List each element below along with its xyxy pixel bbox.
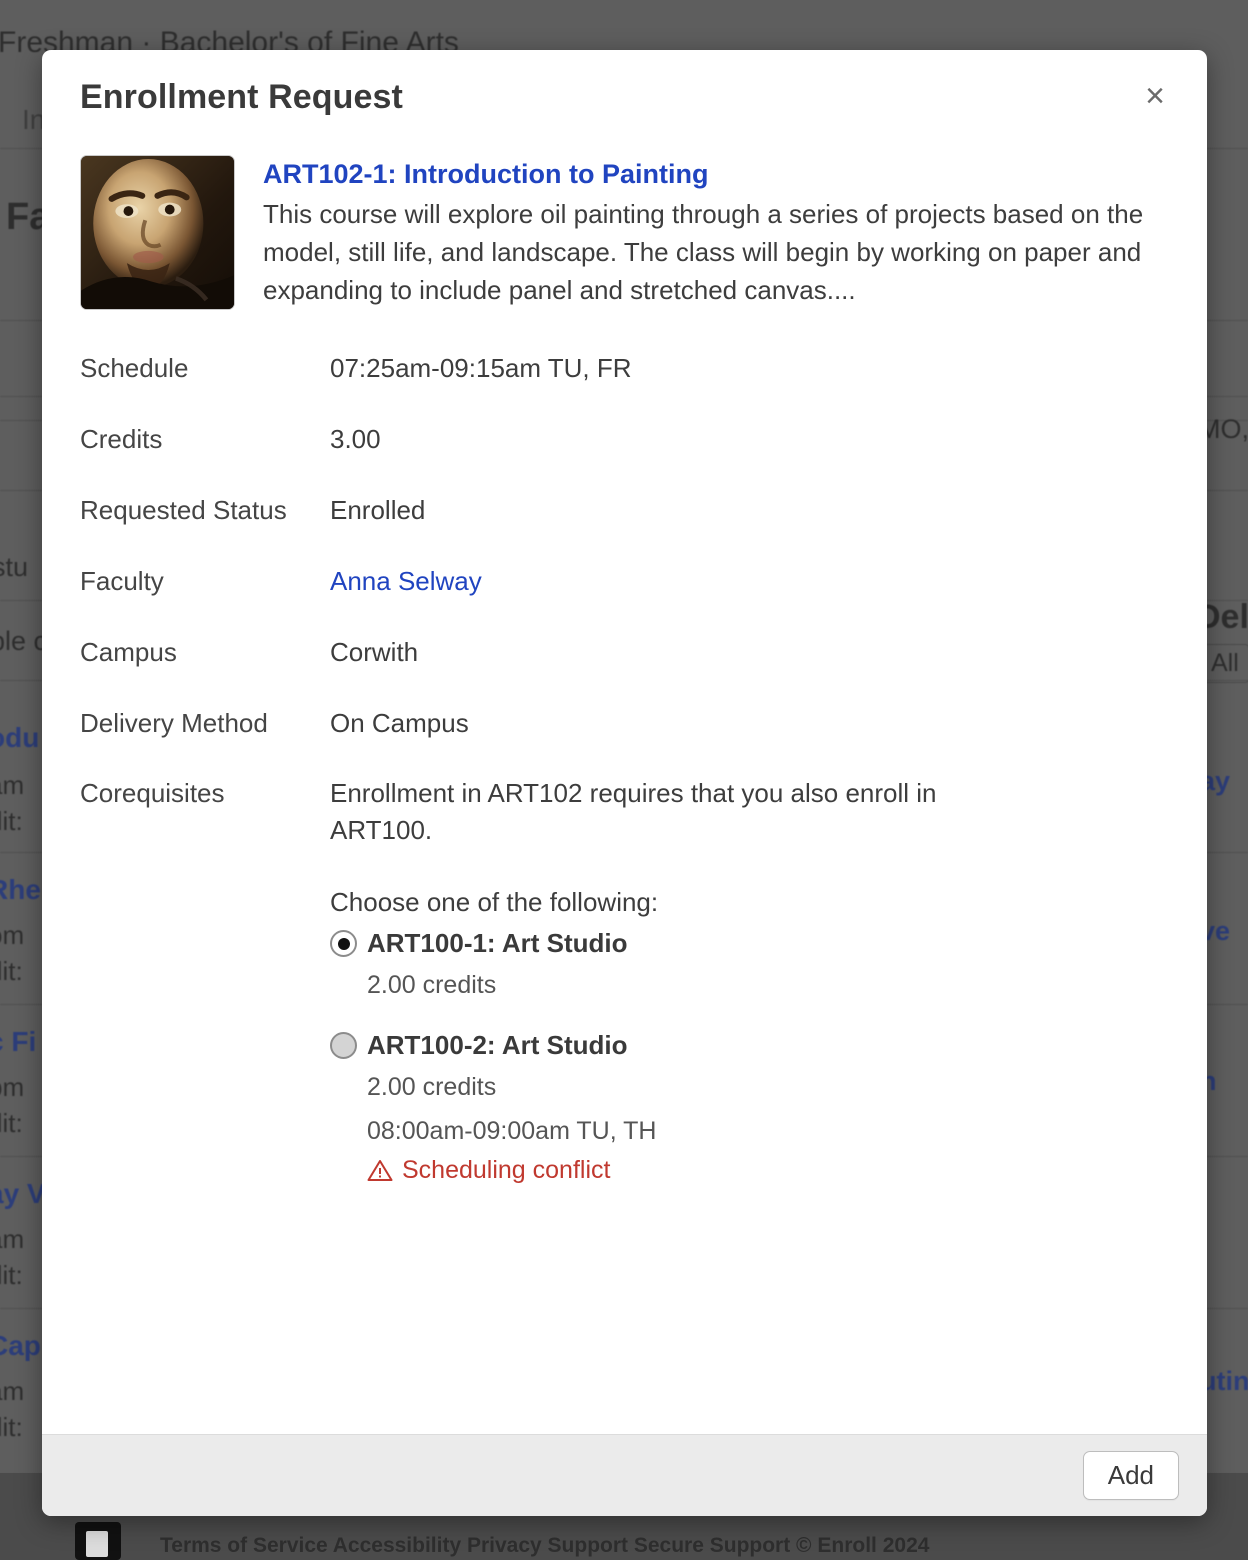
detail-value: Corwith <box>330 636 419 667</box>
detail-row: Schedule 07:25am-09:15am TU, FR <box>80 350 1169 387</box>
backdrop-course-credit: dit: <box>0 956 23 986</box>
backdrop-course-credit: dit: <box>0 806 23 836</box>
detail-value: 07:25am-09:15am TU, FR <box>330 353 632 383</box>
detail-row: Credits 3.00 <box>80 421 1169 458</box>
dialog-body: Enrollment Request × ART102-1: Introduct… <box>42 50 1207 1434</box>
backdrop-course-title: odu <box>0 722 40 753</box>
backdrop-course-credit: dit: <box>0 1108 23 1138</box>
corequisite-option-schedule: 08:00am-09:00am TU, TH <box>367 1117 657 1146</box>
detail-label: Campus <box>80 636 177 667</box>
corequisite-option-header[interactable]: ART100-1: Art Studio <box>330 928 1169 959</box>
detail-value: Enrolled <box>330 494 426 525</box>
corequisite-option-credits: 2.00 credits <box>367 971 497 1000</box>
backdrop-course-time: am <box>0 1224 25 1254</box>
dialog-footer: Add <box>42 1434 1207 1516</box>
scheduling-conflict-warning: Scheduling conflict <box>367 1156 1169 1185</box>
backdrop-course-title: Rhe <box>0 874 41 905</box>
detail-row: Requested Status Enrolled <box>80 492 1169 529</box>
course-details-list: Schedule 07:25am-09:15am TU, FR Credits … <box>80 350 1169 1211</box>
course-summary: ART102-1: Introduction to Painting This … <box>80 155 1169 310</box>
backdrop-course-credit: dit: <box>0 1412 23 1442</box>
radio-button-art100-1[interactable] <box>330 930 357 958</box>
corequisite-option: ART100-1: Art Studio 2.00 credits <box>330 928 1169 1004</box>
corequisite-option-name[interactable]: ART100-1: Art Studio <box>367 928 628 959</box>
detail-label: Schedule <box>80 353 189 383</box>
backdrop-course-time: pm <box>0 1072 25 1102</box>
footer-links-text: Terms of Service Accessibility Privacy S… <box>160 1534 930 1557</box>
dialog-title: Enrollment Request <box>80 78 403 116</box>
corequisite-option-credits: 2.00 credits <box>367 1072 497 1101</box>
faculty-link[interactable]: Anna Selway <box>330 563 1169 600</box>
choose-one-label: Choose one of the following: <box>330 887 659 918</box>
footer-logo-icon <box>75 1522 121 1560</box>
backdrop-fragment-available: ble c <box>0 626 48 656</box>
corequisites-text: Enrollment in ART102 requires that you a… <box>330 778 937 846</box>
detail-row: Campus Corwith <box>80 634 1169 671</box>
backdrop-course-time: am <box>0 1376 25 1406</box>
scheduling-conflict-text: Scheduling conflict <box>402 1155 611 1184</box>
backdrop-filter-pill: All <box>1200 644 1248 683</box>
course-description: This course will explore oil painting th… <box>263 198 1144 305</box>
backdrop-right-fragment: utin <box>1200 1366 1248 1396</box>
detail-row: Delivery Method On Campus <box>80 705 1169 742</box>
backdrop-course-title: Cap <box>0 1330 41 1361</box>
detail-value: On Campus <box>330 707 469 738</box>
enrollment-request-dialog: Enrollment Request × ART102-1: Introduct… <box>42 50 1207 1516</box>
course-text-block: ART102-1: Introduction to Painting This … <box>263 155 1169 310</box>
backdrop-course-time: om <box>0 920 25 950</box>
backdrop-course-title: c Fi <box>0 1026 37 1057</box>
corequisites-block: Enrollment in ART102 requires that you a… <box>330 775 1169 1210</box>
detail-label: Delivery Method <box>80 707 268 738</box>
corequisites-row: Corequisites Enrollment in ART102 requir… <box>80 775 1169 1210</box>
backdrop-course-time: am <box>0 770 25 800</box>
corequisite-option-name[interactable]: ART100-2: Art Studio <box>367 1030 628 1061</box>
warning-triangle-icon <box>367 1159 393 1181</box>
detail-label: Faculty <box>80 565 164 596</box>
corequisites-label: Corequisites <box>80 778 225 809</box>
add-button[interactable]: Add <box>1082 1451 1179 1500</box>
course-thumbnail-image <box>80 155 235 310</box>
corequisite-option: ART100-2: Art Studio 2.00 credits 08:00a… <box>330 1030 1169 1185</box>
backdrop-course-credit: dit: <box>0 1260 23 1290</box>
detail-row: Faculty Anna Selway <box>80 563 1169 600</box>
detail-label: Requested Status <box>80 494 287 525</box>
backdrop-course-title: ay V <box>0 1178 46 1209</box>
detail-value: 3.00 <box>330 423 381 454</box>
detail-label: Credits <box>80 423 163 454</box>
corequisite-option-header[interactable]: ART100-2: Art Studio <box>330 1030 1169 1061</box>
course-title-link[interactable]: ART102-1: Introduction to Painting <box>263 159 709 191</box>
close-icon[interactable]: × <box>1133 74 1177 118</box>
radio-button-art100-2[interactable] <box>330 1031 357 1059</box>
backdrop-fragment-student: stu <box>0 552 29 582</box>
